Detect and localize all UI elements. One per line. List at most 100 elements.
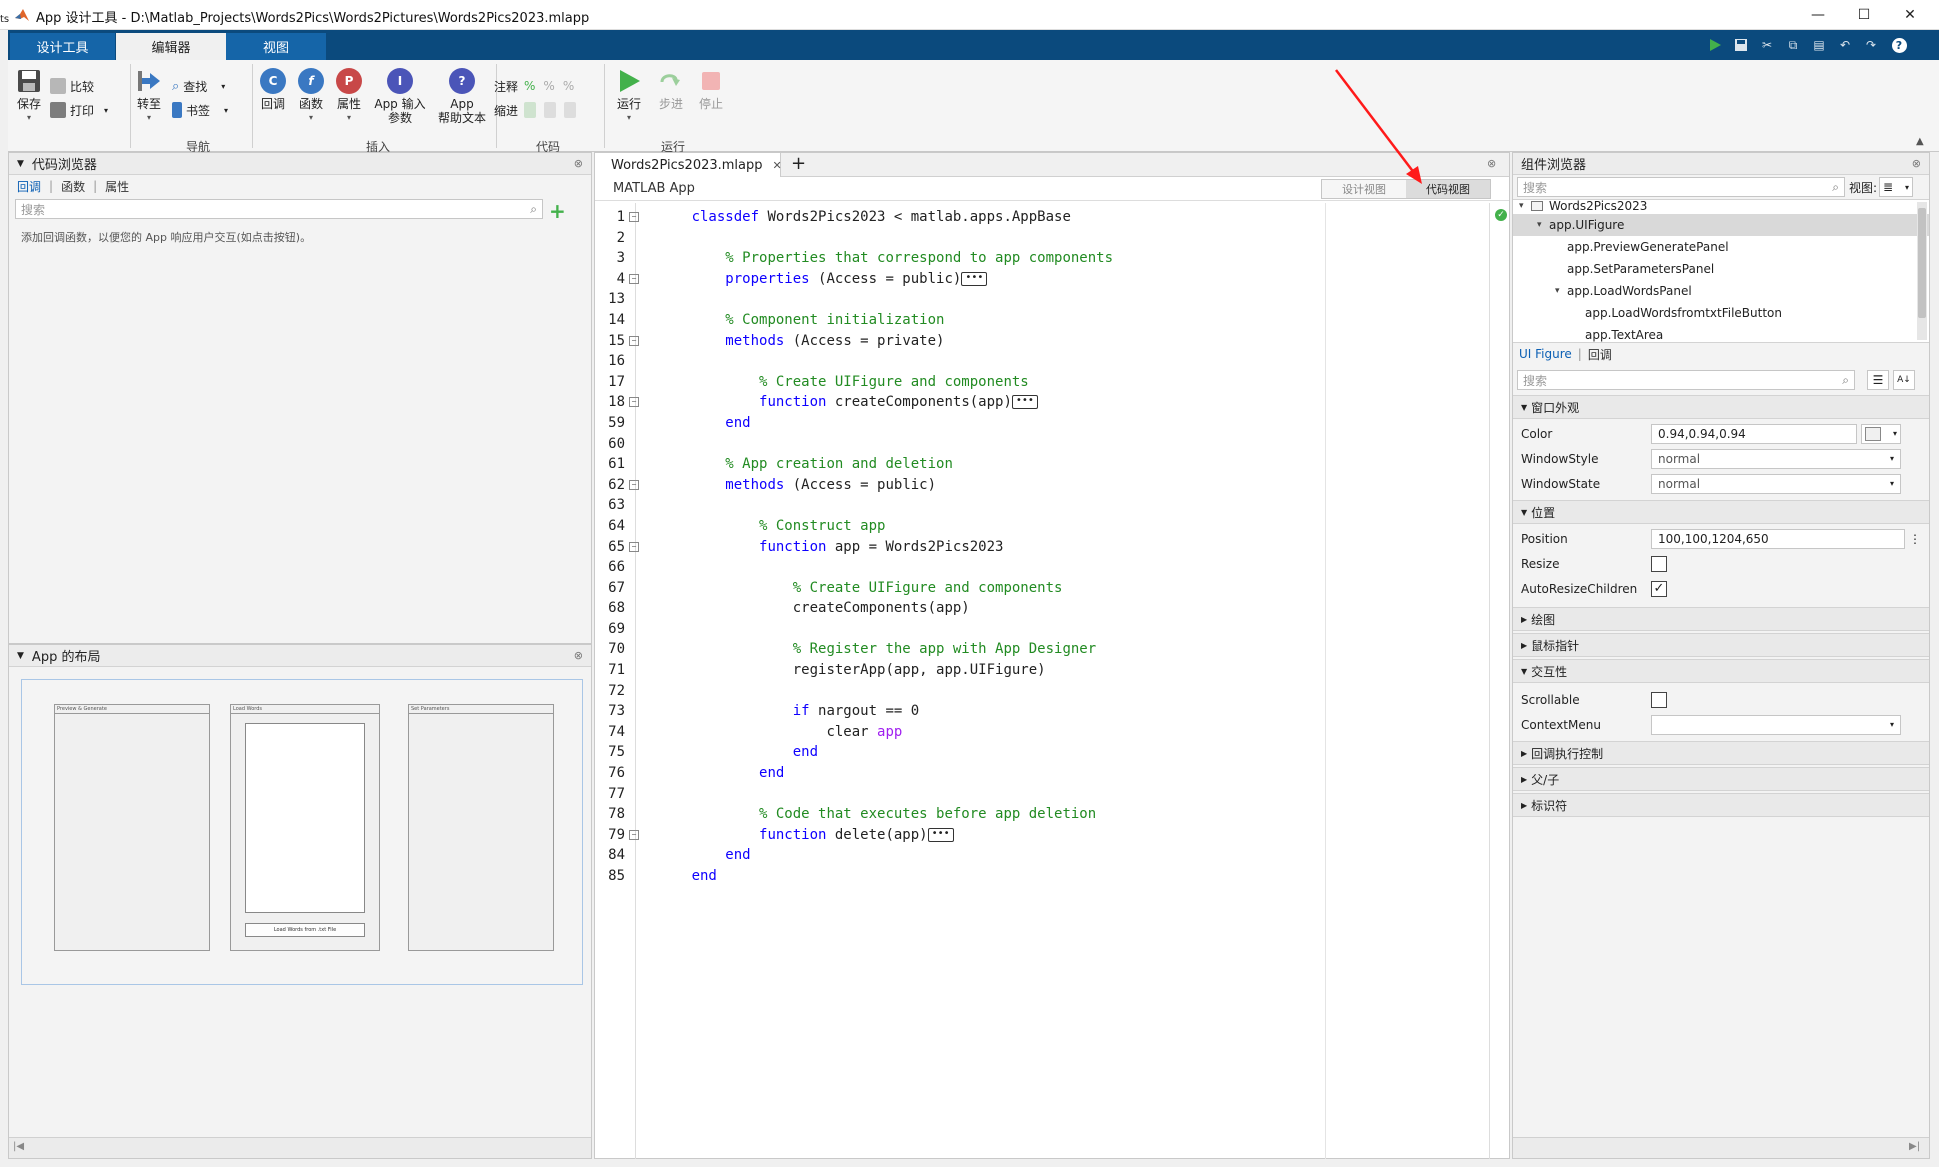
tree-expand-icon[interactable]: ▾	[1555, 286, 1567, 296]
prop-resize-checkbox[interactable]	[1651, 555, 1667, 572]
code-line[interactable]: 64 % Construct app	[595, 516, 1315, 537]
qa-undo-icon[interactable]: ↶	[1834, 35, 1856, 55]
code-line[interactable]: 16	[595, 351, 1315, 372]
folded-code-ellipsis[interactable]: •••	[961, 271, 988, 286]
add-callback-plus-icon[interactable]: +	[549, 201, 566, 221]
code-line[interactable]: 74 clear app	[595, 722, 1315, 743]
step-button[interactable]: 步进	[654, 68, 688, 111]
section-identifiers[interactable]: ▶ 标识符	[1513, 793, 1929, 817]
close-button[interactable]: ✕	[1887, 0, 1933, 30]
code-line[interactable]: 70 % Register the app with App Designer	[595, 639, 1315, 660]
section-interactivity[interactable]: ▼ 交互性	[1513, 659, 1929, 683]
tree-scrollbar-thumb[interactable]	[1918, 208, 1926, 318]
code-line[interactable]: 84 end	[595, 845, 1315, 866]
section-pointer[interactable]: ▶ 鼠标指针	[1513, 633, 1929, 657]
code-line[interactable]: 71 registerApp(app, app.UIFigure)	[595, 660, 1315, 681]
tree-item[interactable]: ▾ app.LoadWordsPanel	[1513, 280, 1929, 302]
tree-item[interactable]: app.PreviewGeneratePanel	[1513, 236, 1929, 258]
inspector-search-input[interactable]: 搜索 ⌕	[1517, 370, 1855, 390]
tab-callbacks[interactable]: 回调	[1588, 346, 1612, 363]
code-line[interactable]: 65− function app = Words2Pics2023	[595, 537, 1315, 558]
insert-property-button[interactable]: P 属性 ▾	[332, 68, 366, 125]
code-line[interactable]: 59 end	[595, 413, 1315, 434]
section-appearance[interactable]: ▼ 窗口外观	[1513, 395, 1929, 419]
code-line[interactable]: 13	[595, 289, 1315, 310]
code-line[interactable]: 78 % Code that executes before app delet…	[595, 804, 1315, 825]
fold-toggle-icon[interactable]: −	[629, 541, 639, 552]
save-button[interactable]: 保存 ▾	[14, 68, 44, 125]
view-dropdown[interactable]: ≣ ▾	[1879, 177, 1914, 197]
find-button[interactable]: ⌕ 查找 ▾	[172, 76, 225, 96]
code-line[interactable]: 1− classdef Words2Pics2023 < matlab.apps…	[595, 207, 1315, 228]
sort-az-button[interactable]: A↓	[1893, 370, 1915, 390]
collapse-ribbon-icon[interactable]: ▲	[1916, 136, 1924, 147]
qa-help-icon[interactable]: ?	[1888, 35, 1910, 55]
fold-toggle-icon[interactable]: −	[629, 397, 639, 408]
tree-item[interactable]: ▾ app.UIFigure	[1513, 214, 1929, 236]
tab-editor[interactable]: 编辑器	[116, 33, 226, 60]
tree-expand-icon[interactable]: ▾	[1537, 220, 1549, 230]
code-line[interactable]: 18− function createComponents(app) •••	[595, 392, 1315, 413]
tree-item[interactable]: app.TextArea	[1513, 324, 1929, 342]
tab-view[interactable]: 视图	[226, 33, 326, 60]
section-position[interactable]: ▼ 位置	[1513, 500, 1929, 524]
comment-button[interactable]: 注释%%%	[494, 76, 574, 96]
code-line[interactable]: 14 % Component initialization	[595, 310, 1315, 331]
qa-cut-icon[interactable]: ✂	[1756, 35, 1778, 55]
prop-windowstate-select[interactable]: normal ▾	[1651, 473, 1901, 494]
code-line[interactable]: 69	[595, 619, 1315, 640]
component-search-input[interactable]: 搜索 ⌕	[1517, 177, 1845, 197]
horizontal-scrollbar[interactable]: ▶|	[1513, 1137, 1929, 1158]
qa-save-icon[interactable]	[1730, 35, 1752, 55]
app-input-args-button[interactable]: I App 输入 参数	[372, 68, 428, 125]
code-line[interactable]: 63	[595, 495, 1315, 516]
tab-functions[interactable]: 函数	[57, 178, 89, 195]
tree-expand-icon[interactable]: ▾	[1519, 201, 1531, 211]
insert-function-button[interactable]: f 函数 ▾	[294, 68, 328, 125]
section-plotting[interactable]: ▶ 绘图	[1513, 607, 1929, 631]
fold-toggle-icon[interactable]: −	[629, 829, 639, 840]
code-line[interactable]: 68 createComponents(app)	[595, 598, 1315, 619]
fold-toggle-icon[interactable]: −	[629, 335, 639, 346]
scroll-right-icon[interactable]: ▶|	[1909, 1141, 1920, 1152]
color-picker-button[interactable]: ▾	[1861, 423, 1901, 444]
compare-button[interactable]: 比较	[50, 76, 94, 96]
code-line[interactable]: 66	[595, 557, 1315, 578]
indent-button[interactable]: 缩进	[494, 100, 580, 120]
code-line[interactable]: 17 % Create UIFigure and components	[595, 372, 1315, 393]
code-line[interactable]: 61 % App creation and deletion	[595, 454, 1315, 475]
code-line[interactable]: 60	[595, 434, 1315, 455]
folded-code-ellipsis[interactable]: •••	[1011, 395, 1038, 410]
prop-position-input[interactable]: 100,100,1204,650	[1651, 528, 1905, 549]
code-line[interactable]: 4− properties (Access = public) •••	[595, 269, 1315, 290]
prop-scrollable-checkbox[interactable]	[1651, 691, 1667, 708]
bookmark-button[interactable]: 书签 ▾	[172, 100, 228, 120]
code-line[interactable]: 75 end	[595, 742, 1315, 763]
stop-button[interactable]: 停止	[694, 68, 728, 111]
fold-toggle-icon[interactable]: −	[629, 479, 639, 490]
print-button[interactable]: 打印 ▾	[50, 100, 108, 120]
tab-properties[interactable]: 属性	[101, 178, 133, 195]
app-layout-preview[interactable]: Preview & Generate Load Words Load Words…	[21, 679, 583, 985]
code-line[interactable]: 15− methods (Access = private)	[595, 331, 1315, 352]
fold-toggle-icon[interactable]: −	[629, 212, 639, 222]
tree-item[interactable]: app.SetParametersPanel	[1513, 258, 1929, 280]
qa-paste-icon[interactable]: ▤	[1808, 35, 1830, 55]
scroll-left-icon[interactable]: |◀	[13, 1141, 24, 1152]
collapse-icon[interactable]: ▼	[17, 159, 24, 169]
goto-button[interactable]: 转至 ▾	[134, 68, 164, 125]
tab-ui-figure[interactable]: UI Figure	[1519, 347, 1572, 361]
code-line[interactable]: 73 if nargout == 0	[595, 701, 1315, 722]
code-line[interactable]: 76 end	[595, 763, 1315, 784]
qa-copy-icon[interactable]: ⧉	[1782, 35, 1804, 55]
tree-item[interactable]: ▾ Words2Pics2023	[1513, 200, 1929, 214]
folded-code-ellipsis[interactable]: •••	[927, 827, 954, 842]
collapse-icon[interactable]: ▼	[17, 651, 24, 661]
prop-autoresize-checkbox[interactable]: ✓	[1651, 580, 1667, 597]
close-panel-icon[interactable]: ⊗	[1487, 157, 1496, 170]
code-browser-search-input[interactable]: 搜索 ⌕	[15, 199, 543, 219]
qa-run-icon[interactable]	[1704, 35, 1726, 55]
code-line[interactable]: 67 % Create UIFigure and components	[595, 578, 1315, 599]
close-panel-icon[interactable]: ⊗	[1912, 157, 1921, 170]
fold-toggle-icon[interactable]: −	[629, 273, 639, 284]
